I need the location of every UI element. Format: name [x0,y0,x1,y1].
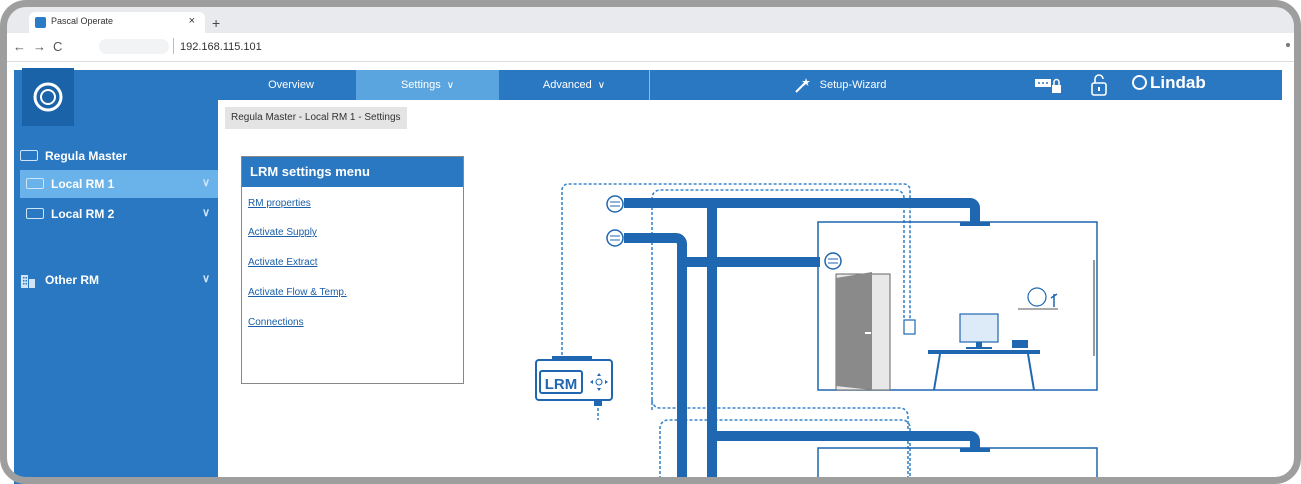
reload-icon[interactable]: C [53,39,62,54]
app-logo[interactable] [22,68,74,126]
building-icon [21,275,35,288]
controller-icon [26,178,44,189]
browser-menu-icon[interactable] [1286,43,1290,47]
browser-tab-title: Pascal Operate [51,16,114,26]
controller-icon [26,208,44,219]
chevron-down-icon: ∨ [446,79,455,91]
sidebar-item-local-rm-1[interactable]: Local RM 1 ∨ [20,170,218,198]
sidebar-item-label: Other RM [45,273,99,287]
lindab-ring-icon [1132,75,1147,90]
extract-duct [624,233,820,484]
nav-setup-wizard[interactable]: Setup-Wizard [650,70,1030,100]
unlock-icon[interactable] [1090,74,1108,96]
plant-icon [1050,293,1058,307]
lindab-logo-icon [33,82,63,112]
sidebar-item-label: Regula Master [45,149,128,163]
lindab-brand: Lindab [1132,73,1206,93]
link-activate-extract[interactable]: Activate Extract [248,257,317,268]
app-favicon-icon [35,17,46,28]
back-arrow-icon[interactable]: ← [13,39,26,54]
address-bar: ← → C 192.168.115.101 [7,33,1294,62]
chevron-down-icon: ∨ [597,79,606,91]
wall-shelf [1018,308,1058,310]
chevron-down-icon[interactable]: ∨ [202,272,210,285]
sidebar-item-regula-master[interactable]: Regula Master [14,142,218,170]
sidebar-item-local-rm-2[interactable]: Local RM 2 ∨ [20,200,218,228]
network-lock-icon[interactable] [1034,76,1062,94]
lrm-controller-icon[interactable]: LRM [535,356,613,406]
browser-tab-strip: Pascal Operate × + [7,7,1294,33]
site-info-pill[interactable] [99,39,169,54]
magic-wand-icon [794,78,810,93]
nav-overview-label: Overview [268,79,314,91]
url-separator [173,38,174,54]
computer-monitor-icon [959,313,999,349]
link-activate-flow-temp[interactable]: Activate Flow & Temp. [248,287,347,298]
new-tab-button[interactable]: + [212,15,220,31]
desk-icon [928,350,1040,391]
nav-advanced[interactable]: Advanced ∨ [499,70,649,100]
nav-overview[interactable]: Overview [226,70,356,100]
chevron-down-icon[interactable]: ∨ [202,206,210,219]
lrm-label: LRM [545,376,578,393]
close-tab-icon[interactable]: × [189,15,195,27]
nav-setup-wizard-label: Setup-Wizard [819,79,887,91]
flow-sensor-icon [824,252,842,270]
lrm-settings-menu: LRM settings menu RM properties Activate… [241,156,464,384]
flow-sensor-icon [606,229,624,247]
breadcrumb: Regula Master - Local RM 1 - Settings [225,107,407,129]
room-2 [817,447,1098,484]
flow-sensor-icon [606,195,624,213]
link-rm-properties[interactable]: RM properties [248,198,311,209]
sidebar: Regula Master Local RM 1 ∨ Local RM 2 ∨ … [14,100,218,484]
forward-arrow-icon[interactable]: → [33,39,46,54]
sidebar-item-label: Local RM 2 [51,207,115,221]
lamp-icon [1012,340,1028,348]
link-connections[interactable]: Connections [248,317,304,328]
chevron-down-icon[interactable]: ∨ [202,176,210,189]
door-icon [835,272,891,391]
ventilation-diagram: LRM [535,183,1098,484]
brand-name: Lindab [1150,73,1206,92]
room-thermostat-icon [903,319,916,335]
wall-clock-icon [1027,287,1047,307]
controller-icon [20,150,38,161]
link-activate-supply[interactable]: Activate Supply [248,227,317,238]
settings-menu-title: LRM settings menu [242,157,463,187]
sidebar-item-other-rm[interactable]: Other RM ∨ [14,266,218,294]
nav-settings[interactable]: Settings ∨ [356,70,499,100]
nav-advanced-label: Advanced [542,79,592,91]
sidebar-item-label: Local RM 1 [51,177,115,191]
browser-tab[interactable]: Pascal Operate × [29,12,205,33]
nav-settings-label: Settings [400,79,441,91]
url-input[interactable]: 192.168.115.101 [180,41,262,53]
